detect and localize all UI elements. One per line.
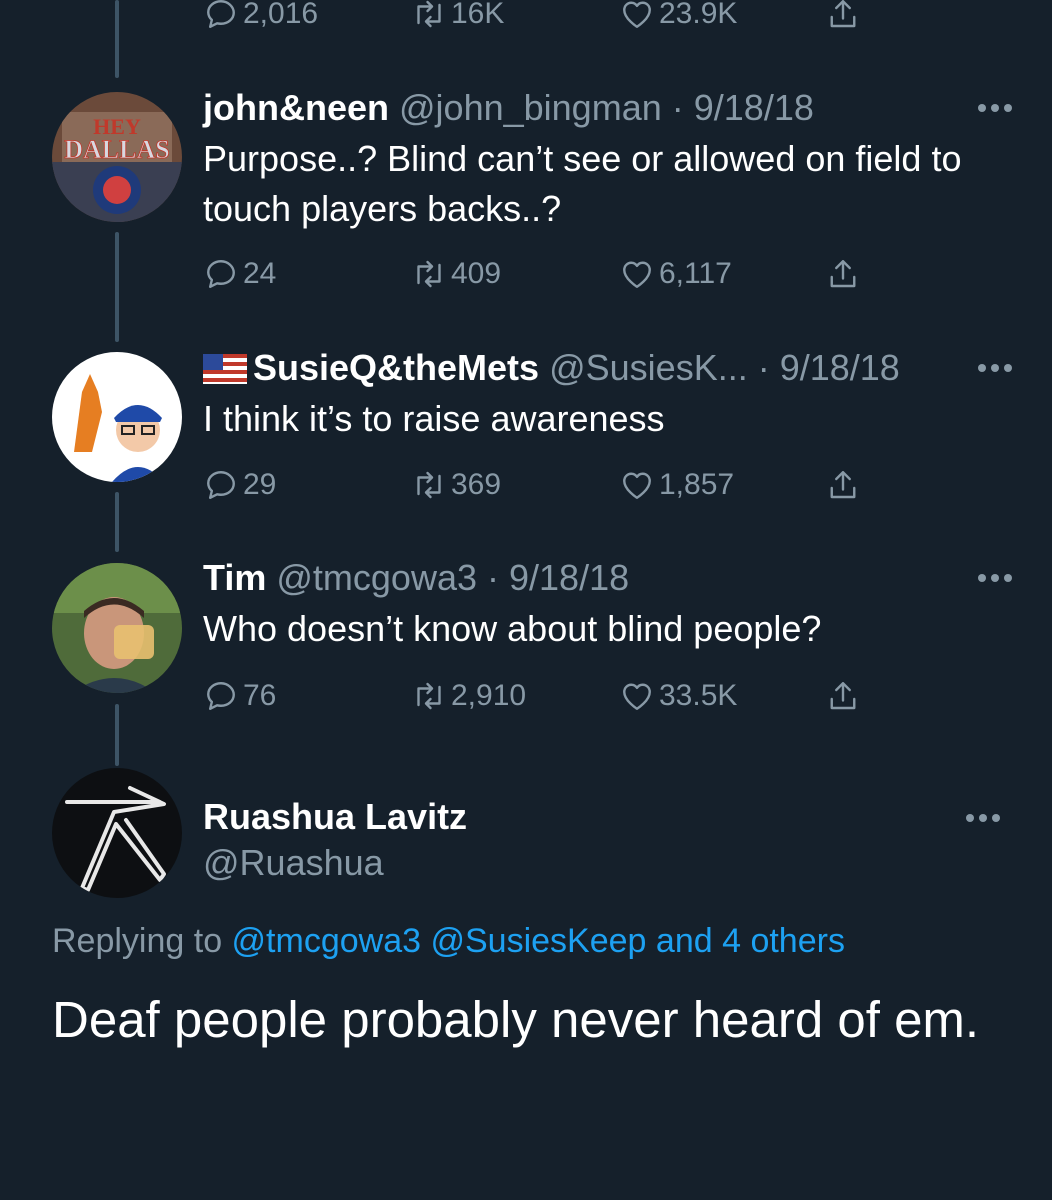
tweet-actions: 24 409 6,117 (203, 252, 883, 296)
tweet-text: Purpose..? Blind can’t see or allowed on… (203, 138, 962, 229)
like-icon (623, 472, 651, 499)
user-handle[interactable]: @Ruashua (203, 842, 384, 884)
reply-icon (207, 260, 235, 288)
reply-icon (207, 682, 235, 710)
reply-button[interactable]: 24 (203, 252, 276, 296)
like-icon (623, 683, 651, 710)
retweet-button[interactable]: 409 (411, 252, 501, 296)
separator: · (477, 557, 509, 598)
retweet-count: 16K (451, 0, 505, 30)
like-count: 33.5K (659, 679, 738, 712)
tweet-text: Deaf people probably never heard of em. (52, 991, 980, 1048)
thread-line (115, 232, 119, 342)
display-name[interactable]: SusieQ&theMets (253, 347, 539, 388)
share-icon (830, 471, 856, 499)
display-name[interactable]: Tim (203, 557, 266, 598)
tweet-actions: 2,016 16K 23.9K (203, 0, 883, 36)
reply-count: 2,016 (243, 0, 319, 30)
tweet-date[interactable]: 9/18/18 (780, 347, 900, 388)
user-handle[interactable]: @john_bingman (399, 87, 662, 128)
thread-line (115, 704, 119, 766)
like-button[interactable]: 23.9K (619, 0, 737, 36)
mention-link[interactable]: @tmcgowa3 (232, 922, 421, 960)
reply-count: 76 (243, 679, 277, 712)
tweet-actions: 29 369 1,857 (203, 463, 883, 507)
us-flag-icon (203, 354, 247, 384)
others-link[interactable]: and 4 others (656, 922, 845, 960)
avatar[interactable] (52, 352, 182, 482)
display-name[interactable]: Ruashua Lavitz (203, 796, 467, 838)
share-icon (830, 0, 856, 28)
share-button[interactable] (825, 463, 861, 507)
share-icon (830, 260, 856, 288)
share-button[interactable] (825, 674, 861, 718)
avatar-logo-text: DALLAS (64, 135, 169, 164)
retweet-icon (417, 682, 441, 710)
retweet-count: 369 (451, 468, 502, 501)
thread-line (115, 0, 119, 78)
reply-count: 29 (243, 468, 277, 501)
tweet-date[interactable]: 9/18/18 (509, 557, 629, 598)
more-icon[interactable] (964, 86, 1012, 130)
display-name[interactable]: john&neen (203, 87, 389, 128)
share-icon (830, 682, 856, 710)
like-count: 6,117 (659, 257, 732, 290)
thread-line (115, 492, 119, 552)
mention-link[interactable]: @SusiesKeep (430, 922, 646, 960)
reply-button[interactable]: 2,016 (203, 0, 318, 36)
tweet-actions: 76 2,910 33.5K (203, 674, 883, 718)
like-button[interactable]: 6,117 (619, 252, 732, 296)
reply-tweet[interactable]: Tim @tmcgowa3 · 9/18/18 Who doesn’t know… (203, 556, 1012, 654)
replying-to-prefix: Replying to (52, 922, 232, 960)
reply-icon (207, 0, 235, 28)
tweet-header: SusieQ&theMets @SusiesK... · 9/18/18 (203, 346, 1012, 390)
retweet-button[interactable]: 2,910 (411, 674, 526, 718)
reply-tweet[interactable]: john&neen @john_bingman · 9/18/18 Purpos… (203, 86, 1012, 234)
separator: · (661, 87, 694, 128)
user-handle[interactable]: @tmcgowa3 (276, 557, 477, 598)
like-count: 23.9K (659, 0, 738, 30)
reply-button[interactable]: 76 (203, 674, 276, 718)
retweet-button[interactable]: 16K (411, 0, 504, 36)
reply-tweet[interactable]: SusieQ&theMets @SusiesK... · 9/18/18 I t… (203, 346, 1012, 444)
avatar[interactable] (52, 768, 182, 898)
like-button[interactable]: 1,857 (619, 463, 734, 507)
reply-icon (207, 471, 235, 499)
replying-to: Replying to @tmcgowa3 @SusiesKeep and 4 … (52, 922, 845, 961)
avatar-logo (52, 768, 182, 898)
avatar[interactable] (52, 563, 182, 693)
reply-button[interactable]: 29 (203, 463, 276, 507)
tweet-header: john&neen @john_bingman · 9/18/18 (203, 86, 1012, 130)
share-button[interactable] (825, 0, 861, 36)
like-button[interactable]: 33.5K (619, 674, 737, 718)
tweet-text: I think it’s to raise awareness (203, 398, 665, 439)
like-icon (623, 1, 651, 28)
like-count: 1,857 (659, 468, 735, 501)
tweet-header: Tim @tmcgowa3 · 9/18/18 (203, 556, 1012, 600)
retweet-count: 409 (451, 257, 502, 290)
like-icon (623, 261, 651, 288)
tweet-text: Who doesn’t know about blind people? (203, 608, 822, 649)
retweet-icon (417, 471, 441, 499)
reply-count: 24 (243, 257, 277, 290)
retweet-icon (417, 260, 441, 288)
tweet-date[interactable]: 9/18/18 (694, 87, 814, 128)
more-icon[interactable] (952, 796, 1000, 840)
retweet-count: 2,910 (451, 679, 527, 712)
share-button[interactable] (825, 252, 861, 296)
retweet-icon (417, 0, 441, 28)
more-icon[interactable] (964, 346, 1012, 390)
more-icon[interactable] (964, 556, 1012, 600)
user-handle[interactable]: @SusiesK... (549, 347, 748, 388)
avatar[interactable]: HEY DALLAS (52, 92, 182, 222)
retweet-button[interactable]: 369 (411, 463, 501, 507)
separator: · (747, 347, 780, 388)
